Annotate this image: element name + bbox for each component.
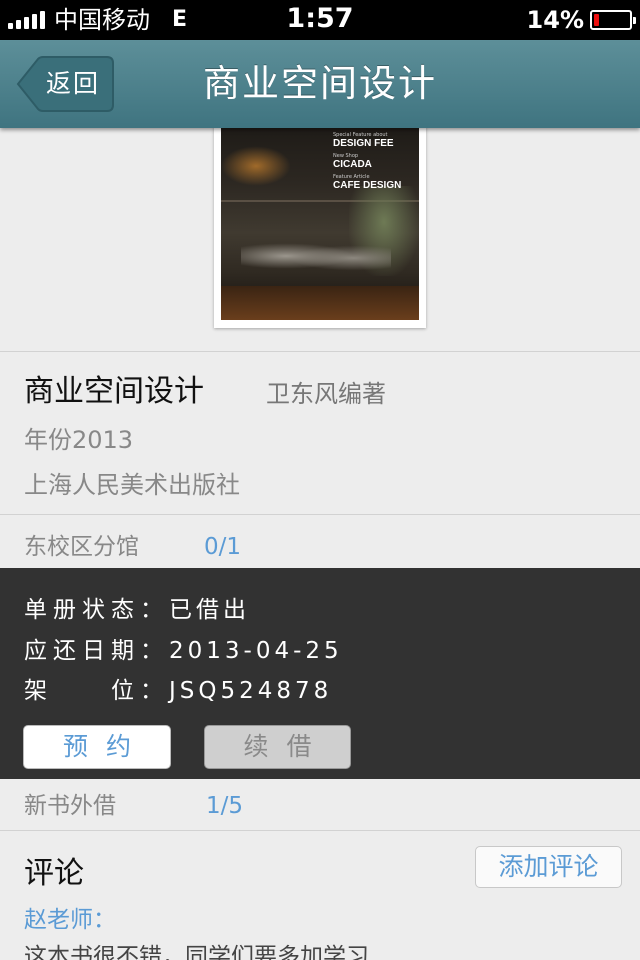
- battery-icon: [590, 10, 636, 30]
- status-key: 单册状态: [24, 597, 140, 623]
- colon: ：: [140, 638, 169, 664]
- divider: [0, 830, 640, 831]
- status-bar: 中国移动 E 1:57 14%: [0, 0, 640, 40]
- comments-heading: 评论: [24, 856, 84, 891]
- cover-line-big: DESIGN FEE: [333, 138, 394, 149]
- book-author: 卫东风编著: [266, 380, 386, 408]
- cover-image: Special Feature about DESIGN FEE New Sho…: [221, 126, 419, 320]
- book-cover[interactable]: Special Feature about DESIGN FEE New Sho…: [214, 120, 426, 328]
- battery-level: [594, 14, 599, 26]
- page-title: 商业空间设计: [203, 62, 437, 105]
- shelf-value: JSQ524878: [169, 678, 333, 704]
- back-button[interactable]: 返回: [16, 56, 114, 112]
- status-row: 单册状态：已借出: [24, 593, 250, 627]
- comment-author: 赵老师：: [24, 907, 116, 933]
- shelf-key: 架 位: [24, 678, 140, 704]
- divider: [0, 351, 640, 352]
- back-button-label: 返回: [45, 69, 100, 98]
- comment-text: 这本书很不错，同学们要多加学习: [24, 944, 369, 960]
- copy-detail-panel: 单册状态：已借出 应还日期：2013-04-25 架 位：JSQ524878 预…: [0, 568, 640, 779]
- book-publisher: 上海人民美术出版社: [24, 471, 240, 499]
- due-value: 2013-04-25: [169, 638, 343, 664]
- branch-name[interactable]: 东校区分馆: [24, 529, 139, 565]
- new-book-loan-count: 1/5: [206, 793, 244, 819]
- cover-line-big: CICADA: [333, 159, 372, 170]
- reserve-button[interactable]: 预约: [23, 725, 171, 769]
- colon: ：: [140, 597, 169, 623]
- cover-text: Special Feature about DESIGN FEE New Sho…: [333, 132, 401, 192]
- branch-availability: 0/1: [204, 534, 242, 560]
- status-value: 已借出: [169, 597, 250, 623]
- colon: ：: [140, 678, 169, 704]
- divider: [0, 514, 640, 515]
- navigation-bar: 返回 商业空间设计: [0, 40, 640, 128]
- add-comment-button[interactable]: 添加评论: [475, 846, 622, 888]
- book-title: 商业空间设计: [24, 374, 204, 409]
- book-year: 年份2013: [24, 426, 134, 454]
- battery-percent: 14%: [526, 6, 584, 34]
- renew-button[interactable]: 续借: [204, 725, 351, 769]
- due-date-row: 应还日期：2013-04-25: [24, 634, 343, 668]
- due-key: 应还日期: [24, 638, 140, 664]
- new-book-loan-label[interactable]: 新书外借: [24, 788, 116, 824]
- cover-line-big: CAFE DESIGN: [333, 180, 402, 191]
- shelf-row: 架 位：JSQ524878: [24, 674, 332, 708]
